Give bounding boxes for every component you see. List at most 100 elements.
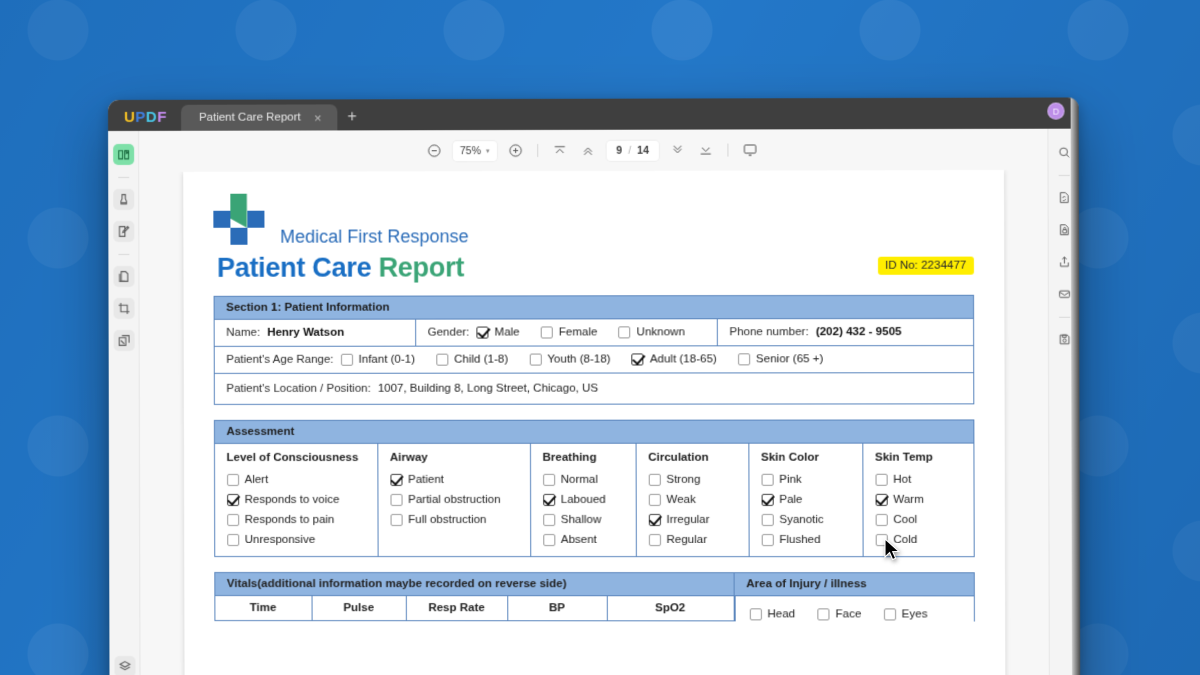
checkbox-strong[interactable]: Strong: [648, 474, 738, 486]
checkbox-pink[interactable]: Pink: [761, 474, 852, 486]
vitals-header-note: (additional information maybe recorded o…: [257, 578, 567, 591]
rail-divider: [1058, 316, 1070, 318]
checkbox-box: [761, 473, 774, 486]
checkbox-child[interactable]: Child (1-8): [436, 354, 508, 366]
checkbox-cold[interactable]: Cold: [875, 534, 963, 546]
checkbox-irregular[interactable]: Irregular: [648, 514, 738, 526]
checkbox-youth[interactable]: Youth (8-18): [529, 353, 611, 366]
checkbox-label: Head: [767, 607, 796, 620]
checkbox-full-obstruction[interactable]: Full obstruction: [390, 514, 520, 526]
vitals-header-label: Vitals: [226, 578, 258, 591]
checkbox-box: [540, 326, 553, 339]
checkbox-label: Irregular: [666, 513, 710, 527]
document-tab[interactable]: Patient Care Report ×: [180, 104, 338, 131]
page-title: Patient Care Report: [217, 252, 464, 283]
checkbox-box: [883, 607, 896, 620]
zoom-out-icon[interactable]: [425, 141, 444, 160]
checkbox-laboued[interactable]: Laboued: [542, 493, 626, 506]
checkbox-weak[interactable]: Weak: [648, 494, 738, 506]
checkbox-patient[interactable]: Patient: [389, 474, 520, 486]
vitals-column-headers: Time Pulse Resp Rate BP SpO2: [213, 596, 735, 622]
age-range-row: Patient's Age Range: Infant (0-1) Child …: [213, 346, 974, 374]
organize-pages-icon[interactable]: [112, 265, 134, 287]
checkbox-shallow[interactable]: Shallow: [542, 513, 626, 527]
ocr-icon[interactable]: [113, 329, 135, 351]
assessment-column-skin-temp: Skin Temp Hot Warm Cool Cold: [861, 443, 974, 557]
checkbox-box: [875, 493, 888, 506]
zoom-in-icon[interactable]: [506, 141, 525, 160]
location-label: Patient's Location / Position:: [226, 382, 371, 395]
checkbox-normal[interactable]: Normal: [542, 473, 626, 486]
layers-icon[interactable]: [113, 656, 136, 675]
assessment-header: Assessment: [213, 419, 974, 444]
logo-letter-p: P: [135, 108, 146, 126]
checkbox-flushed[interactable]: Flushed: [761, 534, 852, 546]
age-range-label: Patient's Age Range:: [226, 353, 334, 366]
checkbox-label: Shallow: [560, 513, 602, 527]
previous-page-icon[interactable]: [578, 141, 597, 160]
vitals-col-spo2: SpO2: [607, 596, 735, 622]
checkbox-syanotic[interactable]: Syanotic: [761, 514, 852, 526]
last-page-icon[interactable]: [696, 141, 715, 160]
checkbox-senior[interactable]: Senior (65 +): [737, 353, 823, 366]
location-row: Patient's Location / Position: 1007, Bui…: [213, 373, 974, 405]
checkbox-label: Unresponsive: [244, 534, 316, 547]
section1-header: Section 1: Patient Information: [213, 294, 974, 320]
checkbox-adult[interactable]: Adult (18-65): [631, 353, 717, 366]
presentation-mode-icon[interactable]: [740, 140, 759, 159]
page-number-input[interactable]: 9 / 14: [606, 140, 659, 161]
avatar[interactable]: D: [1047, 102, 1065, 120]
page-title-part2: Report: [378, 252, 465, 283]
checkbox-absent[interactable]: Absent: [542, 534, 626, 546]
edit-pdf-icon[interactable]: [112, 220, 134, 242]
viewer-toolbar: 75% ▾ 9 / 14: [139, 128, 1048, 172]
checkbox-head[interactable]: Head: [749, 606, 795, 621]
checkbox-unresponsive[interactable]: Unresponsive: [226, 534, 367, 547]
checkbox-box: [542, 493, 555, 506]
checkbox-label: Male: [494, 326, 520, 339]
highlighter-icon[interactable]: [112, 188, 134, 210]
checkbox-hot[interactable]: Hot: [875, 474, 963, 486]
vitals-col-time: Time: [213, 596, 313, 622]
crop-page-icon[interactable]: [113, 297, 135, 319]
checkbox-pale[interactable]: Pale: [761, 494, 852, 506]
vitals-col-resp-rate: Resp Rate: [406, 596, 508, 622]
medical-cross-logo-icon: [212, 194, 264, 246]
checkbox-box: [389, 493, 403, 506]
checkbox-responds-to-pain[interactable]: Responds to pain: [226, 514, 367, 526]
checkbox-alert[interactable]: Alert: [226, 474, 367, 486]
checkbox-face[interactable]: Face: [817, 606, 861, 621]
checkbox-unknown[interactable]: Unknown: [618, 326, 685, 339]
checkbox-warm[interactable]: Warm: [875, 494, 963, 506]
checkbox-label: Adult (18-65): [649, 353, 717, 366]
checkbox-label: Normal: [560, 473, 598, 486]
close-tab-icon[interactable]: ×: [311, 110, 325, 125]
new-tab-icon[interactable]: +: [337, 108, 366, 130]
checkbox-male[interactable]: Male: [476, 326, 520, 339]
first-page-icon[interactable]: [550, 141, 569, 160]
gender-label: Gender:: [427, 326, 470, 339]
checkbox-partial-obstruction[interactable]: Partial obstruction: [389, 493, 520, 506]
checkbox-box: [476, 326, 489, 339]
checkbox-responds-to-voice[interactable]: Responds to voice: [226, 494, 367, 506]
checkbox-box: [875, 513, 888, 527]
column-title: Circulation: [648, 451, 709, 464]
checkbox-label: Warm: [893, 493, 924, 506]
reader-mode-icon[interactable]: [112, 143, 134, 165]
assessment-column-consciousness: Level of Consciousness Alert Responds to…: [214, 444, 377, 556]
checkbox-box: [529, 353, 542, 366]
checkbox-cool[interactable]: Cool: [875, 514, 963, 526]
patient-identity-row: Name: Henry Watson Gender: Male Female U…: [213, 318, 974, 347]
left-toolbar-rail: [108, 130, 141, 675]
phone-value: (202) 432 - 9505: [815, 326, 902, 339]
current-page-value: 9: [616, 144, 623, 157]
next-page-icon[interactable]: [668, 141, 687, 160]
checkbox-box: [761, 513, 774, 527]
zoom-level-selector[interactable]: 75% ▾: [452, 140, 497, 161]
checkbox-female[interactable]: Female: [540, 326, 597, 339]
page-scroll-area[interactable]: Medical First Response Patient Care Repo…: [139, 170, 1049, 675]
checkbox-label: Unknown: [636, 326, 685, 339]
checkbox-infant[interactable]: Infant (0-1): [340, 354, 415, 366]
checkbox-eyes[interactable]: Eyes: [883, 606, 928, 621]
checkbox-regular[interactable]: Regular: [648, 534, 738, 546]
